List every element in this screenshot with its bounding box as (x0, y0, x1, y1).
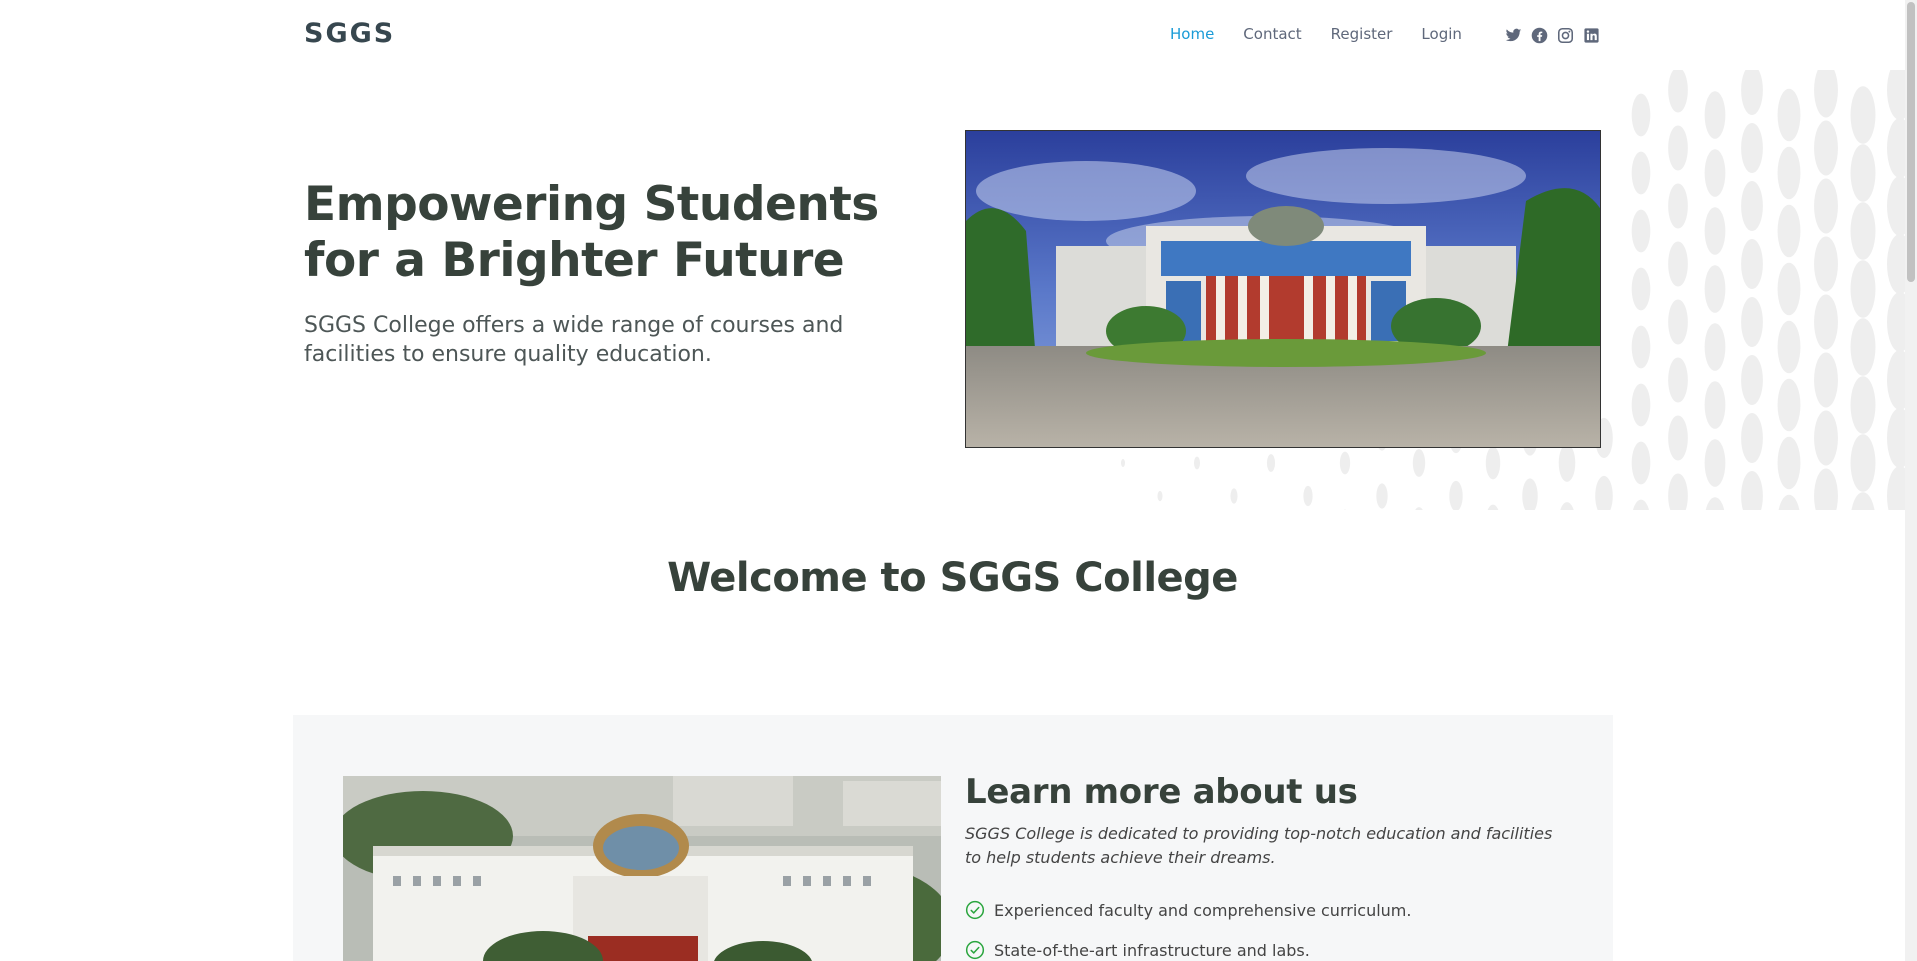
nav-login-link[interactable]: Login (1421, 25, 1461, 43)
check-circle-icon (965, 900, 985, 920)
instagram-icon[interactable] (1557, 27, 1574, 44)
site-header: SGGS Home Contact Register Login (0, 0, 1905, 72)
campus-aerial-image (343, 776, 941, 961)
campus-building-image (965, 130, 1601, 448)
hero-title: Empowering Students for a Brighter Futur… (304, 177, 879, 288)
linkedin-icon[interactable] (1583, 27, 1600, 44)
scrollbar-thumb[interactable] (1907, 2, 1915, 282)
check-circle-icon (965, 940, 985, 960)
about-feature-list: Experienced faculty and comprehensive cu… (965, 890, 1411, 961)
list-item: Experienced faculty and comprehensive cu… (965, 890, 1411, 930)
social-links (1505, 27, 1600, 44)
site-logo[interactable]: SGGS (304, 18, 395, 49)
page-scrollbar[interactable] (1905, 0, 1917, 961)
nav-register-link[interactable]: Register (1331, 25, 1393, 43)
feature-text: Experienced faculty and comprehensive cu… (994, 900, 1412, 920)
feature-text: State-of-the-art infrastructure and labs… (994, 940, 1310, 960)
about-description: SGGS College is dedicated to providing t… (965, 824, 1553, 867)
hero-subtitle: SGGS College offers a wide range of cour… (304, 313, 844, 367)
nav-contact-link[interactable]: Contact (1243, 25, 1301, 43)
main-nav: Home Contact Register Login (1170, 25, 1491, 43)
facebook-icon[interactable] (1531, 27, 1548, 44)
nav-home-link[interactable]: Home (1170, 25, 1214, 43)
welcome-heading: Welcome to SGGS College (667, 555, 1238, 601)
twitter-icon[interactable] (1505, 27, 1522, 44)
list-item: State-of-the-art infrastructure and labs… (965, 930, 1411, 961)
about-title: Learn more about us (965, 772, 1358, 812)
about-section: Learn more about us SGGS College is dedi… (293, 715, 1613, 961)
